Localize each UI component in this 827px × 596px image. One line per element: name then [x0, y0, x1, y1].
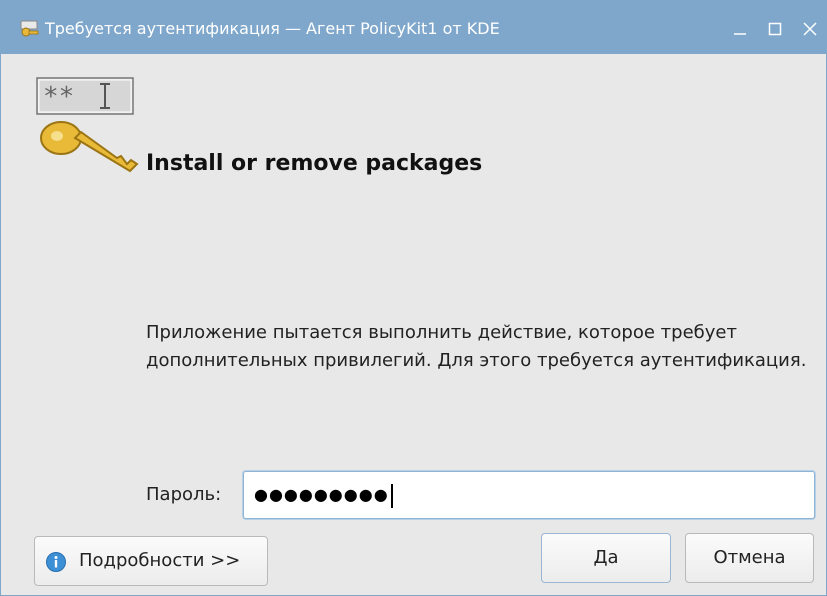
password-value: ●●●●●●●●●: [254, 485, 389, 504]
password-key-icon: **: [36, 77, 139, 173]
info-icon: [46, 552, 66, 572]
details-button-label: Подробности >>: [79, 550, 241, 571]
text-caret: [390, 483, 393, 508]
password-field[interactable]: ●●●●●●●●●: [243, 471, 815, 519]
kde-auth-icon: [20, 20, 39, 37]
auth-dialog-window: Требуется аутентификация — Агент PolicyK…: [0, 0, 827, 596]
maximize-icon[interactable]: [766, 20, 784, 38]
title-bar[interactable]: Требуется аутентификация — Агент PolicyK…: [1, 0, 827, 54]
ok-button[interactable]: Да: [541, 533, 671, 583]
minimize-icon[interactable]: [731, 20, 749, 38]
close-icon[interactable]: [801, 20, 819, 38]
auth-message: Приложение пытается выполнить действие, …: [146, 322, 807, 371]
cancel-button[interactable]: Отмена: [685, 533, 814, 583]
action-heading: Install or remove packages: [146, 151, 483, 176]
window-title: Требуется аутентификация — Агент PolicyK…: [45, 19, 500, 38]
password-label: Пароль:: [146, 484, 222, 505]
dialog-content: ** Install or remove packages Приложение…: [1, 54, 826, 595]
details-button[interactable]: Подробности >>: [34, 536, 268, 586]
password-value-wrap: ●●●●●●●●●: [254, 472, 393, 518]
svg-text:**: **: [43, 82, 74, 112]
